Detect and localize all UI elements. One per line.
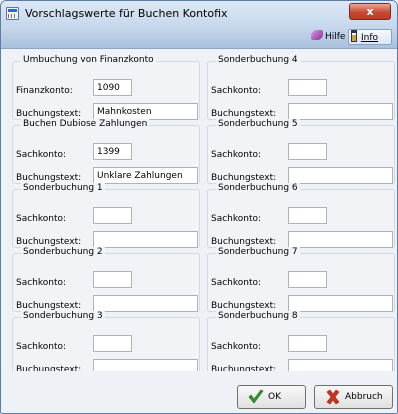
sachkonto-input[interactable] xyxy=(93,335,132,352)
sachkonto-input[interactable] xyxy=(288,271,327,288)
group-title: Sonderbuchung 2 xyxy=(21,247,105,257)
close-button[interactable]: x xyxy=(349,3,391,20)
buchungstext-label: Buchungstext: xyxy=(16,301,82,311)
sachkonto-label: Sachkonto: xyxy=(211,342,262,352)
buchungstext-label: Buchungstext: xyxy=(16,109,82,119)
group-sonderbuchung-3: Sonderbuchung 3 Sachkonto: Buchungstext: xyxy=(12,311,200,376)
group-title: Sonderbuchung 6 xyxy=(216,183,300,193)
x-icon xyxy=(326,389,340,405)
info-button[interactable]: Info xyxy=(348,29,392,45)
sachkonto-label: Sachkonto: xyxy=(211,214,262,224)
group-title: Sonderbuchung 7 xyxy=(216,247,300,257)
buchungstext-label: Buchungstext: xyxy=(211,109,277,119)
group-title: Umbuchung von Finanzkonto xyxy=(21,55,156,65)
buchungstext-input[interactable] xyxy=(288,103,393,120)
buchungstext-input[interactable] xyxy=(93,103,198,120)
buchungstext-label: Buchungstext: xyxy=(16,237,82,247)
sachkonto-label: Sachkonto: xyxy=(16,278,67,288)
sachkonto-input[interactable] xyxy=(288,335,327,352)
buchungstext-label: Buchungstext: xyxy=(16,173,82,183)
info-label: Info xyxy=(361,33,379,43)
check-icon xyxy=(248,389,264,404)
buchungstext-input[interactable] xyxy=(93,295,198,312)
sachkonto-label: Sachkonto: xyxy=(211,278,262,288)
group-sonderbuchung-8: Sonderbuchung 8 Sachkonto: Buchungstext: xyxy=(207,311,395,376)
help-button[interactable]: Hilfe xyxy=(311,29,345,45)
buchungstext-input[interactable] xyxy=(93,231,198,248)
ok-label: OK xyxy=(268,392,281,402)
finanzkonto-input[interactable] xyxy=(93,79,132,96)
group-title: Sonderbuchung 4 xyxy=(216,55,300,65)
group-title: Buchen Dubiose Zahlungen xyxy=(21,119,150,129)
settings-panel: Umbuchung von Finanzkonto Finanzkonto: B… xyxy=(1,49,397,376)
group-title: Sonderbuchung 5 xyxy=(216,119,300,129)
sachkonto-label: Sachkonto: xyxy=(16,214,67,224)
finanzkonto-label: Finanzkonto: xyxy=(16,86,73,96)
title-bar[interactable]: Vorschlagswerte für Buchen Kontofix x xyxy=(1,1,397,27)
sachkonto-input[interactable] xyxy=(288,143,327,160)
group-title: Sonderbuchung 1 xyxy=(21,183,105,193)
sachkonto-label: Sachkonto: xyxy=(16,342,67,352)
info-icon xyxy=(351,30,357,42)
sachkonto-input[interactable] xyxy=(93,143,132,160)
sachkonto-input[interactable] xyxy=(93,271,132,288)
buchungstext-label: Buchungstext: xyxy=(211,237,277,247)
sachkonto-label: Sachkonto: xyxy=(211,86,262,96)
sachkonto-input[interactable] xyxy=(93,207,132,224)
group-sonderbuchung-2: Sonderbuchung 2 Sachkonto: Buchungstext: xyxy=(12,247,200,312)
group-sonderbuchung-6: Sonderbuchung 6 Sachkonto: Buchungstext: xyxy=(207,183,395,248)
sachkonto-label: Sachkonto: xyxy=(16,150,67,160)
sachkonto-label: Sachkonto: xyxy=(211,150,262,160)
toolbar: Hilfe Info xyxy=(1,27,397,49)
dialog-window: Vorschlagswerte für Buchen Kontofix x Hi… xyxy=(0,0,398,414)
buchungstext-input[interactable] xyxy=(288,295,393,312)
app-icon xyxy=(6,7,19,20)
help-label: Hilfe xyxy=(325,32,346,42)
group-sonderbuchung-1: Sonderbuchung 1 Sachkonto: Buchungstext: xyxy=(12,183,200,248)
buchungstext-label: Buchungstext: xyxy=(211,173,277,183)
buchungstext-label: Buchungstext: xyxy=(211,301,277,311)
group-sonderbuchung-7: Sonderbuchung 7 Sachkonto: Buchungstext: xyxy=(207,247,395,312)
button-bar: OK Abbruch xyxy=(1,371,397,413)
group-buchen-dubiose-zahlungen: Buchen Dubiose Zahlungen Sachkonto: Buch… xyxy=(12,119,200,184)
help-icon xyxy=(311,30,323,40)
buchungstext-input[interactable] xyxy=(93,167,198,184)
window-title: Vorschlagswerte für Buchen Kontofix xyxy=(25,7,228,20)
ok-button[interactable]: OK xyxy=(237,385,306,409)
group-sonderbuchung-5: Sonderbuchung 5 Sachkonto: Buchungstext: xyxy=(207,119,395,184)
sachkonto-input[interactable] xyxy=(288,207,327,224)
group-sonderbuchung-4: Sonderbuchung 4 Sachkonto: Buchungstext: xyxy=(207,55,395,120)
group-umbuchung-finanzkonto: Umbuchung von Finanzkonto Finanzkonto: B… xyxy=(12,55,200,120)
buchungstext-input[interactable] xyxy=(288,167,393,184)
buchungstext-input[interactable] xyxy=(288,231,393,248)
cancel-button[interactable]: Abbruch xyxy=(314,385,393,409)
cancel-label: Abbruch xyxy=(345,392,383,402)
group-title: Sonderbuchung 8 xyxy=(216,311,300,321)
sachkonto-input[interactable] xyxy=(288,79,327,96)
group-title: Sonderbuchung 3 xyxy=(21,311,105,321)
